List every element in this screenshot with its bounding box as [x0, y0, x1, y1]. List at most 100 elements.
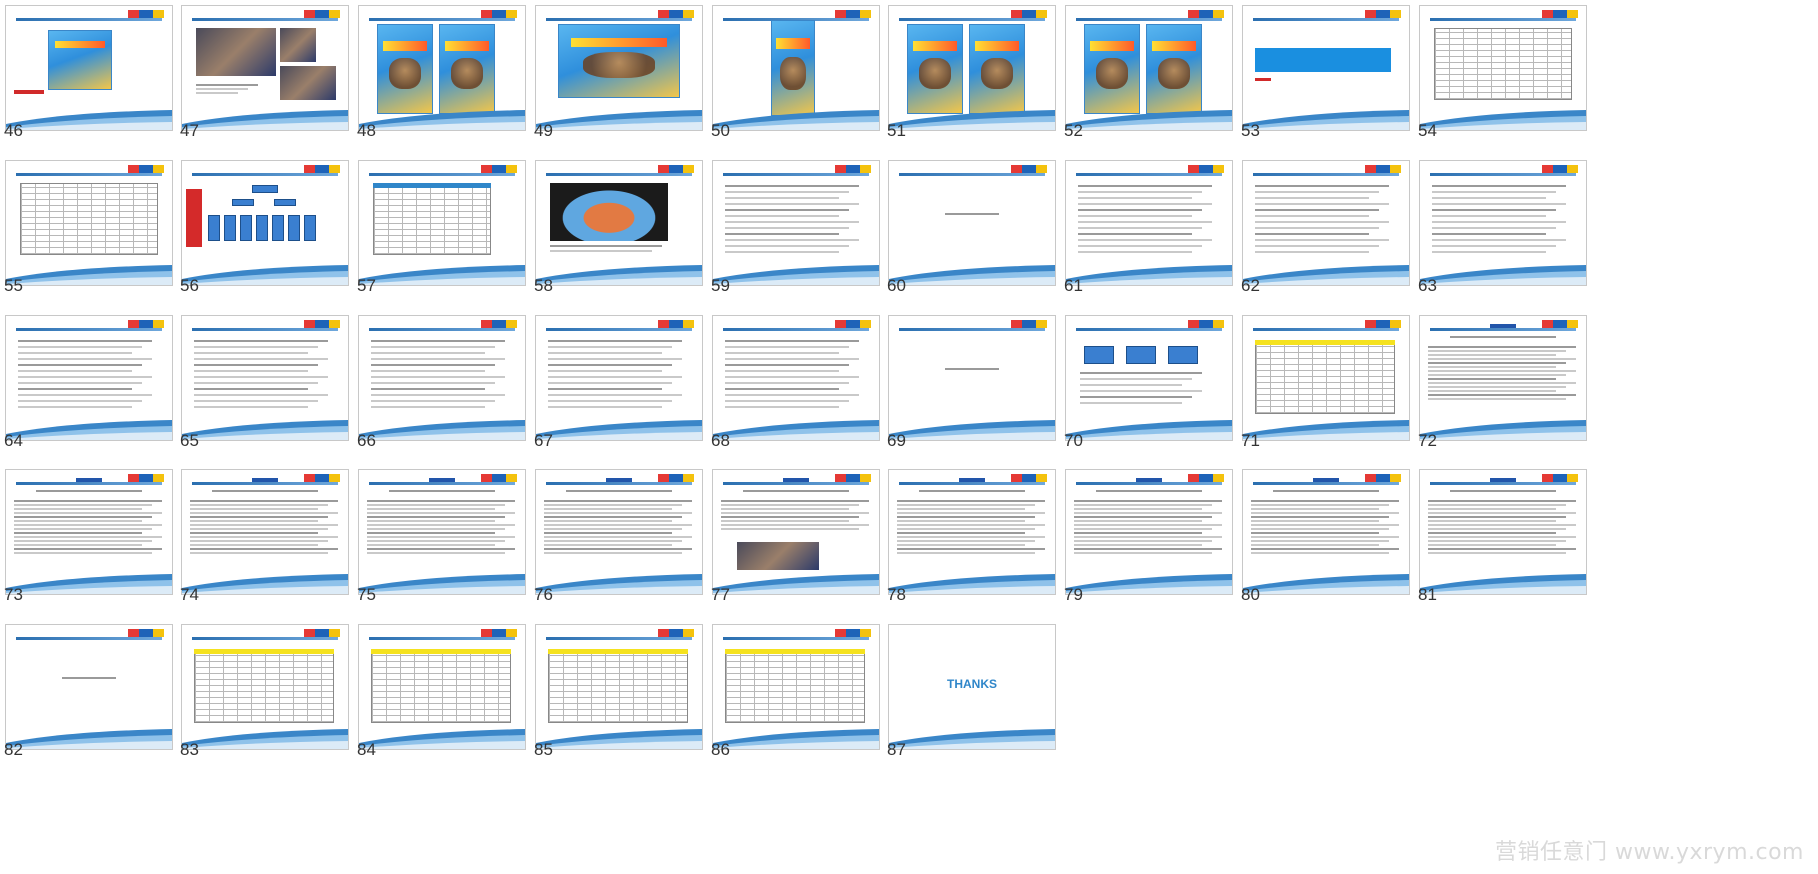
slide-thumbnail[interactable] — [1242, 315, 1410, 441]
text-line — [1251, 540, 1389, 542]
data-table — [373, 183, 491, 255]
slide-number-label: 60 — [887, 276, 906, 295]
slide-thumbnail[interactable] — [712, 469, 880, 595]
slide-thumbnail[interactable] — [1065, 315, 1233, 441]
slide-number-label: 66 — [357, 431, 376, 450]
text-line — [1428, 548, 1576, 550]
category-tag — [252, 478, 278, 482]
slide-number-label: 47 — [180, 121, 199, 140]
slide-thumbnail[interactable]: THANKS — [888, 624, 1056, 750]
text-line — [194, 388, 308, 390]
text-line — [548, 358, 682, 360]
slide-thumbnail[interactable] — [181, 160, 349, 286]
text-line — [1428, 346, 1576, 348]
slide-thumbnail[interactable] — [1242, 160, 1410, 286]
sponsor-logo — [128, 320, 164, 328]
slide-thumbnail[interactable] — [1242, 5, 1410, 131]
slide-thumbnail[interactable] — [535, 5, 703, 131]
text-line — [550, 250, 652, 252]
text-line — [1428, 382, 1576, 384]
slide-thumbnail[interactable] — [1065, 5, 1233, 131]
slide-footer-swoosh — [6, 729, 172, 749]
text-line — [1428, 544, 1556, 546]
slide-thumbnail[interactable] — [888, 5, 1056, 131]
event-poster — [907, 24, 963, 114]
slide-footer-swoosh — [1066, 110, 1232, 130]
slide-thumbnail[interactable] — [712, 160, 880, 286]
slide-thumbnail[interactable] — [5, 469, 173, 595]
flow-step — [1126, 346, 1156, 364]
org-node — [272, 215, 284, 241]
slide-thumbnail[interactable] — [888, 160, 1056, 286]
text-line — [367, 552, 505, 554]
slide-thumbnail[interactable] — [5, 160, 173, 286]
text-line — [725, 239, 859, 241]
slide-header-bar — [192, 18, 338, 21]
text-line — [1432, 191, 1556, 193]
slide-thumbnail[interactable] — [712, 315, 880, 441]
sponsor-logo — [481, 629, 517, 637]
sponsor-logo — [835, 629, 871, 637]
slide-thumbnail[interactable] — [1419, 315, 1587, 441]
slide-thumbnail[interactable] — [181, 315, 349, 441]
slide-thumbnail[interactable] — [888, 469, 1056, 595]
slide-thumbnail[interactable] — [1242, 469, 1410, 595]
slide-thumbnail[interactable] — [358, 160, 526, 286]
slide-thumbnail[interactable] — [358, 469, 526, 595]
slide-number-label: 87 — [887, 740, 906, 759]
slide-thumbnail[interactable] — [5, 315, 173, 441]
text-line — [548, 370, 662, 372]
slide-thumbnail[interactable] — [1065, 160, 1233, 286]
text-line — [190, 552, 328, 554]
sponsor-logo — [128, 474, 164, 482]
text-line — [1255, 221, 1389, 223]
text-line — [725, 406, 839, 408]
slide-number-label: 80 — [1241, 585, 1260, 604]
slide-thumbnail[interactable] — [181, 5, 349, 131]
data-table — [194, 649, 334, 723]
text-line — [14, 528, 152, 530]
slide-footer-swoosh — [1243, 574, 1409, 594]
text-line — [725, 227, 849, 229]
slide-thumbnail[interactable] — [712, 624, 880, 750]
slide-thumbnail[interactable] — [181, 624, 349, 750]
event-poster — [771, 20, 815, 116]
slide-thumbnail[interactable] — [888, 315, 1056, 441]
slide-thumbnail[interactable] — [358, 315, 526, 441]
text-line — [371, 376, 505, 378]
slide-thumbnail[interactable] — [535, 624, 703, 750]
text-line — [1255, 233, 1369, 235]
text-line — [371, 382, 495, 384]
slide-thumbnail[interactable] — [358, 624, 526, 750]
text-line — [1074, 508, 1202, 510]
sponsor-logo — [481, 320, 517, 328]
text-line — [14, 508, 142, 510]
slide-thumbnail[interactable] — [535, 315, 703, 441]
slide-thumbnail[interactable] — [1065, 469, 1233, 595]
slide-header-bar — [899, 328, 1045, 331]
sponsor-logo — [1011, 10, 1047, 18]
slide-thumbnail[interactable] — [181, 469, 349, 595]
text-line — [1255, 251, 1369, 253]
slide-number-label: 74 — [180, 585, 199, 604]
slide-thumbnail[interactable] — [5, 5, 173, 131]
text-line — [1255, 185, 1389, 187]
text-line — [721, 500, 869, 502]
text-line — [1255, 215, 1369, 217]
slide-thumbnail[interactable] — [1419, 469, 1587, 595]
text-line — [1078, 203, 1212, 205]
red-caption — [1255, 78, 1271, 81]
slide-thumbnail[interactable] — [1419, 160, 1587, 286]
slide-header-bar — [1430, 173, 1576, 176]
slide-thumbnail[interactable] — [712, 5, 880, 131]
sidebar-red-block — [186, 189, 202, 247]
slide-thumbnail[interactable] — [5, 624, 173, 750]
text-line — [371, 400, 495, 402]
slide-thumbnail[interactable] — [358, 5, 526, 131]
slide-header-bar — [1430, 18, 1576, 21]
poster-player-art — [388, 58, 422, 90]
text-line — [548, 382, 672, 384]
slide-thumbnail[interactable] — [1419, 5, 1587, 131]
slide-thumbnail[interactable] — [535, 160, 703, 286]
slide-thumbnail[interactable] — [535, 469, 703, 595]
